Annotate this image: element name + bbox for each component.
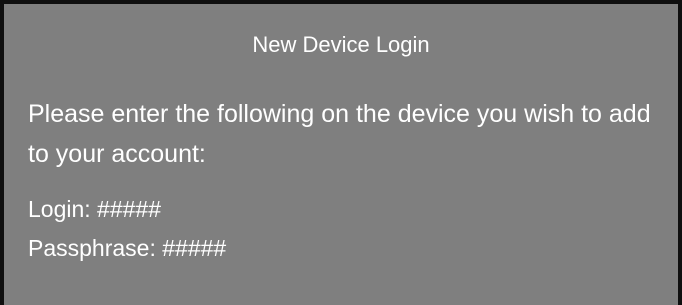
login-code: Login: ##### xyxy=(28,196,162,222)
passphrase-code: Passphrase: ##### xyxy=(28,235,227,261)
new-device-login-dialog: New Device Login Please enter the follow… xyxy=(0,0,682,305)
dialog-title: New Device Login xyxy=(252,32,430,57)
instruction-text: Please enter the following on the device… xyxy=(28,100,651,168)
